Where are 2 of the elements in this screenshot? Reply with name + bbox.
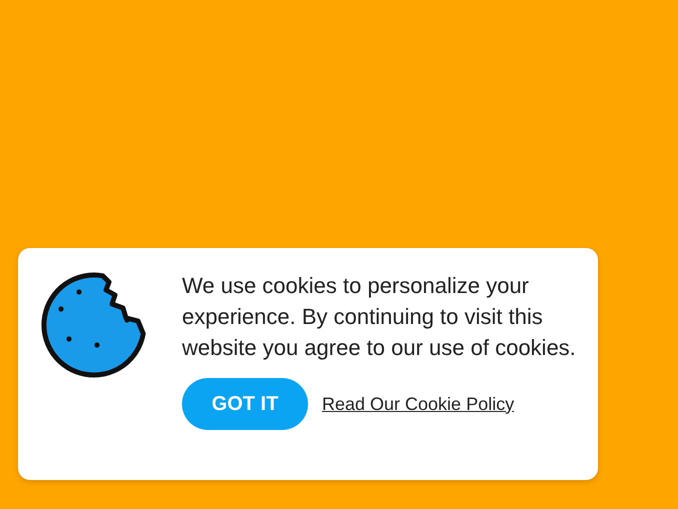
cookie-message: We use cookies to personalize your experience. By continuing to visit this website you agree to our use of cookies. xyxy=(182,272,577,362)
cookie-policy-link[interactable]: Read Our Cookie Policy xyxy=(322,394,514,414)
